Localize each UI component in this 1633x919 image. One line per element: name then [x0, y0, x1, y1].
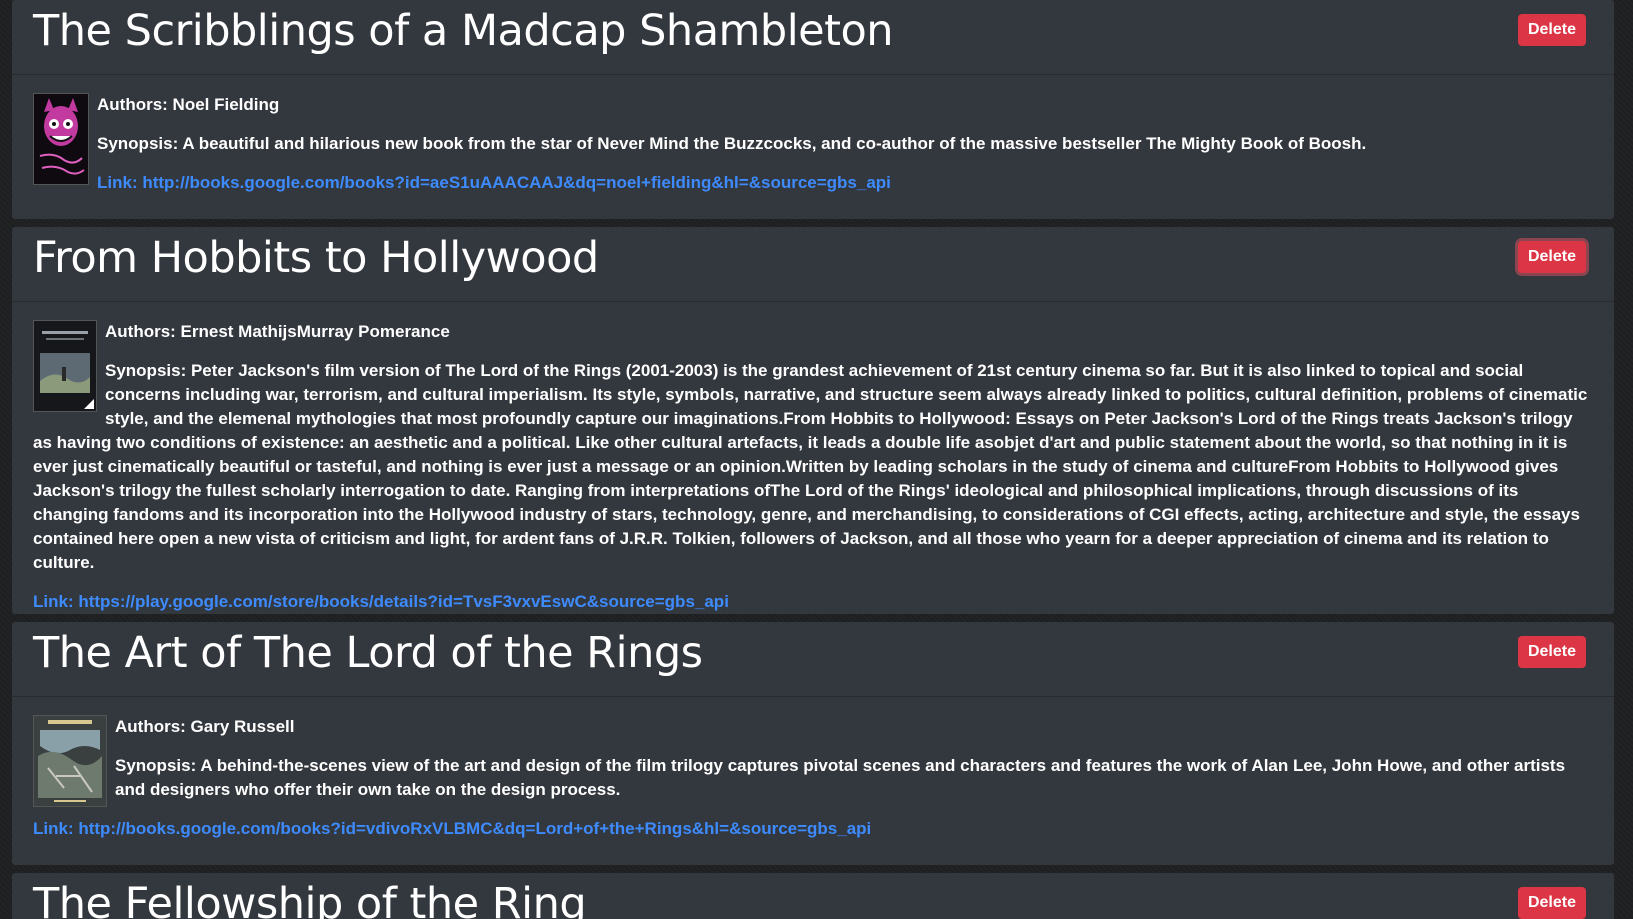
card-header: From Hobbits to Hollywood Delete [12, 227, 1614, 302]
book-title: The Scribblings of a Madcap Shambleton [33, 6, 894, 56]
book-synopsis: Synopsis: A behind-the-scenes view of th… [115, 756, 1566, 799]
card-body: Authors: Ernest MathijsMurray Pomerance … [12, 302, 1614, 630]
book-card: The Scribblings of a Madcap Shambleton D… [12, 0, 1614, 219]
delete-button[interactable]: Delete [1517, 241, 1586, 273]
card-header: The Art of The Lord of the Rings Delete [12, 622, 1614, 697]
book-card: From Hobbits to Hollywood Delete Authors… [12, 227, 1614, 614]
card-header: The Scribblings of a Madcap Shambleton D… [12, 0, 1614, 75]
book-title: From Hobbits to Hollywood [33, 233, 599, 283]
book-cover-image [33, 715, 107, 807]
book-cover-image [33, 93, 89, 185]
card-body: Authors: Noel Fielding Synopsis: A beaut… [12, 75, 1614, 211]
delete-button[interactable]: Delete [1517, 636, 1586, 668]
delete-button[interactable]: Delete [1517, 14, 1586, 46]
book-authors: Authors: Noel Fielding [97, 95, 280, 114]
card-header: The Fellowship of the Ring Delete [12, 873, 1614, 919]
book-list: The Scribblings of a Madcap Shambleton D… [0, 0, 1633, 919]
book-synopsis: Synopsis: A beautiful and hilarious new … [97, 134, 1367, 153]
book-title: The Fellowship of the Ring [33, 879, 587, 919]
book-cover-image [33, 320, 97, 412]
book-link[interactable]: Link: https://play.google.com/store/book… [33, 590, 1593, 614]
card-body: Authors: Gary Russell Synopsis: A behind… [12, 697, 1614, 857]
book-authors: Authors: Gary Russell [115, 717, 295, 736]
book-link[interactable]: Link: http://books.google.com/books?id=a… [33, 171, 1593, 195]
book-authors: Authors: Ernest MathijsMurray Pomerance [105, 322, 450, 341]
book-card: The Art of The Lord of the Rings Delete … [12, 622, 1614, 865]
delete-button[interactable]: Delete [1517, 887, 1586, 919]
book-link[interactable]: Link: http://books.google.com/books?id=v… [33, 817, 1593, 841]
book-synopsis: Synopsis: Peter Jackson's film version o… [33, 361, 1588, 572]
book-title: The Art of The Lord of the Rings [33, 628, 703, 678]
book-card: The Fellowship of the Ring Delete [12, 873, 1614, 919]
